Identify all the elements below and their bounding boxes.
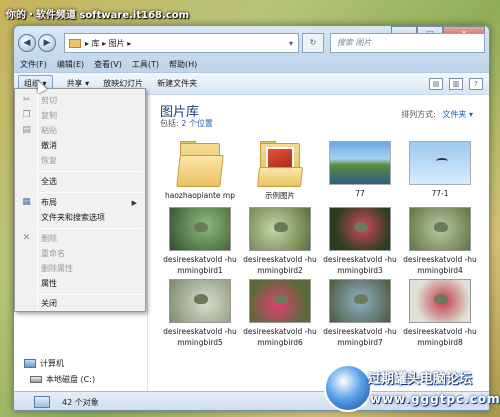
content-pane: 图片库 包括: 2 个位置 排列方式: 文件夹 ▾ haozhaopiante … [148, 95, 489, 391]
chevron-down-icon[interactable]: ▾ [284, 39, 298, 48]
file-item[interactable]: desireeskatvold -hummingbird6 [240, 279, 320, 348]
file-item[interactable]: desireeskatvold -hummingbird7 [320, 279, 400, 348]
menu-item-redo[interactable]: 恢复 [41, 154, 57, 168]
address-bar[interactable]: ▸ 库 ▸ 图片 ▸ ▾ [64, 33, 299, 53]
submenu-arrow-icon: ▶ [131, 199, 137, 207]
image-thumbnail [329, 207, 391, 251]
object-count: 42 个对象 [62, 397, 99, 407]
view-options-icon[interactable]: ▤ [429, 77, 443, 90]
menu-bar: 文件(F) 编辑(E) 查看(V) 工具(T) 帮助(H) [14, 57, 489, 72]
image-thumbnail [169, 279, 231, 323]
menu-view[interactable]: 查看(V) [94, 57, 122, 72]
image-thumbnail [249, 279, 311, 323]
forum-watermark-badge: 过期罐头电脑论坛 www.gggtpc.com [324, 362, 500, 417]
menu-item-rename[interactable]: 重命名 [41, 247, 65, 261]
menu-item-layout[interactable]: 布局 [41, 196, 57, 210]
cut-icon: ✂ [22, 95, 31, 105]
image-thumbnail [329, 141, 391, 185]
nav-item-label: 本地磁盘 (C:) [46, 375, 96, 384]
forum-name: 过期罐头电脑论坛 [368, 372, 473, 387]
address-path: ▸ 库 ▸ 图片 ▸ [85, 38, 132, 48]
arrange-label: 排列方式: [401, 110, 436, 119]
menu-separator [39, 294, 142, 295]
file-name: haozhaopiante mp [164, 191, 235, 200]
library-icon [34, 396, 50, 408]
watermark-text: 你的・软件频道 software.it168.com [6, 10, 190, 21]
disk-icon [30, 376, 42, 383]
file-item[interactable]: 77 [320, 141, 400, 199]
menu-separator [39, 228, 142, 229]
layout-icon: ▦ [22, 197, 31, 207]
file-name: desireeskatvold -hummingbird7 [323, 327, 397, 347]
file-item[interactable]: desireeskatvold -hummingbird4 [400, 207, 480, 276]
menu-item-cut[interactable]: 剪切 [41, 94, 57, 108]
menu-item-remove-properties[interactable]: 删除属性 [41, 262, 73, 276]
new-folder-button[interactable]: 新建文件夹 [157, 78, 197, 89]
library-icon [69, 38, 81, 48]
file-item[interactable]: desireeskatvold -hummingbird5 [160, 279, 240, 348]
menu-separator [39, 192, 142, 193]
paste-icon: ▤ [22, 125, 31, 135]
subtitle-prefix: 包括: [160, 119, 179, 128]
file-item[interactable]: desireeskatvold -hummingbird8 [400, 279, 480, 348]
file-item[interactable]: desireeskatvold -hummingbird1 [160, 207, 240, 276]
search-input[interactable]: 搜索 图片 [330, 33, 485, 53]
file-name: desireeskatvold -hummingbird4 [403, 255, 477, 275]
file-name: desireeskatvold -hummingbird6 [243, 327, 317, 347]
menu-separator [39, 171, 142, 172]
locations-link[interactable]: 2 个位置 [181, 119, 213, 128]
file-name: desireeskatvold -hummingbird2 [243, 255, 317, 275]
nav-item-local-disk[interactable]: 本地磁盘 (C:) [30, 374, 95, 385]
file-item[interactable]: desireeskatvold -hummingbird2 [240, 207, 320, 276]
folder-icon [176, 141, 224, 187]
arrange-by: 排列方式: 文件夹 ▾ [401, 109, 473, 120]
menu-item-paste[interactable]: 粘贴 [41, 124, 57, 138]
globe-icon [324, 364, 372, 412]
menu-item-select-all[interactable]: 全选 [41, 175, 57, 189]
image-thumbnail [249, 207, 311, 251]
library-subtitle: 包括: 2 个位置 [160, 118, 213, 129]
menu-item-copy[interactable]: 复制 [41, 109, 57, 123]
file-item[interactable]: desireeskatvold -hummingbird3 [320, 207, 400, 276]
file-item[interactable]: 77-1 [400, 141, 480, 199]
file-name: 77 [355, 189, 365, 198]
folder-icon [256, 141, 304, 187]
file-name: 示例图片 [265, 191, 295, 200]
menu-item-properties[interactable]: 属性 [41, 277, 57, 291]
forum-url: www.gggtpc.com [370, 392, 500, 406]
file-name: 77-1 [431, 189, 449, 198]
file-name: desireeskatvold -hummingbird8 [403, 327, 477, 347]
forward-button[interactable]: ▶ [38, 34, 56, 52]
arrange-dropdown[interactable]: 文件夹 ▾ [442, 110, 473, 119]
image-thumbnail [169, 207, 231, 251]
image-thumbnail [409, 279, 471, 323]
address-row: ◀ ▶ ▸ 库 ▸ 图片 ▸ ▾ ↻ 搜索 图片 [18, 32, 485, 54]
menu-help[interactable]: 帮助(H) [169, 57, 197, 72]
menu-item-undo[interactable]: 撤消 [41, 139, 57, 153]
computer-icon [24, 359, 36, 368]
delete-icon: ✕ [22, 233, 31, 243]
preview-pane-icon[interactable]: ▥ [449, 77, 463, 90]
image-thumbnail [329, 279, 391, 323]
menu-item-close[interactable]: 关闭 [41, 297, 57, 311]
file-name: desireeskatvold -hummingbird5 [163, 327, 237, 347]
menu-item-folder-options[interactable]: 文件夹和搜索选项 [41, 211, 105, 225]
file-name: desireeskatvold -hummingbird1 [163, 255, 237, 275]
back-button[interactable]: ◀ [18, 34, 36, 52]
help-icon[interactable]: ? [469, 77, 483, 90]
file-item[interactable]: 示例图片 [240, 141, 320, 201]
menu-item-delete[interactable]: 删除 [41, 232, 57, 246]
organize-context-menu: ✂ 剪切 ❐ 复制 ▤ 粘贴 撤消 恢复 全选 ▦ 布局 ▶ 文件夹和搜索选项 … [14, 88, 146, 312]
menu-file[interactable]: 文件(F) [20, 57, 47, 72]
image-thumbnail [409, 207, 471, 251]
menu-tools[interactable]: 工具(T) [132, 57, 159, 72]
nav-item-label: 计算机 [40, 359, 64, 368]
image-thumbnail [409, 141, 471, 185]
copy-icon: ❐ [22, 110, 31, 120]
menu-edit[interactable]: 编辑(E) [57, 57, 84, 72]
refresh-button[interactable]: ↻ [302, 33, 324, 53]
file-name: desireeskatvold -hummingbird3 [323, 255, 397, 275]
nav-item-computer[interactable]: 计算机 [24, 358, 64, 369]
file-item[interactable]: haozhaopiante mp [160, 141, 240, 201]
